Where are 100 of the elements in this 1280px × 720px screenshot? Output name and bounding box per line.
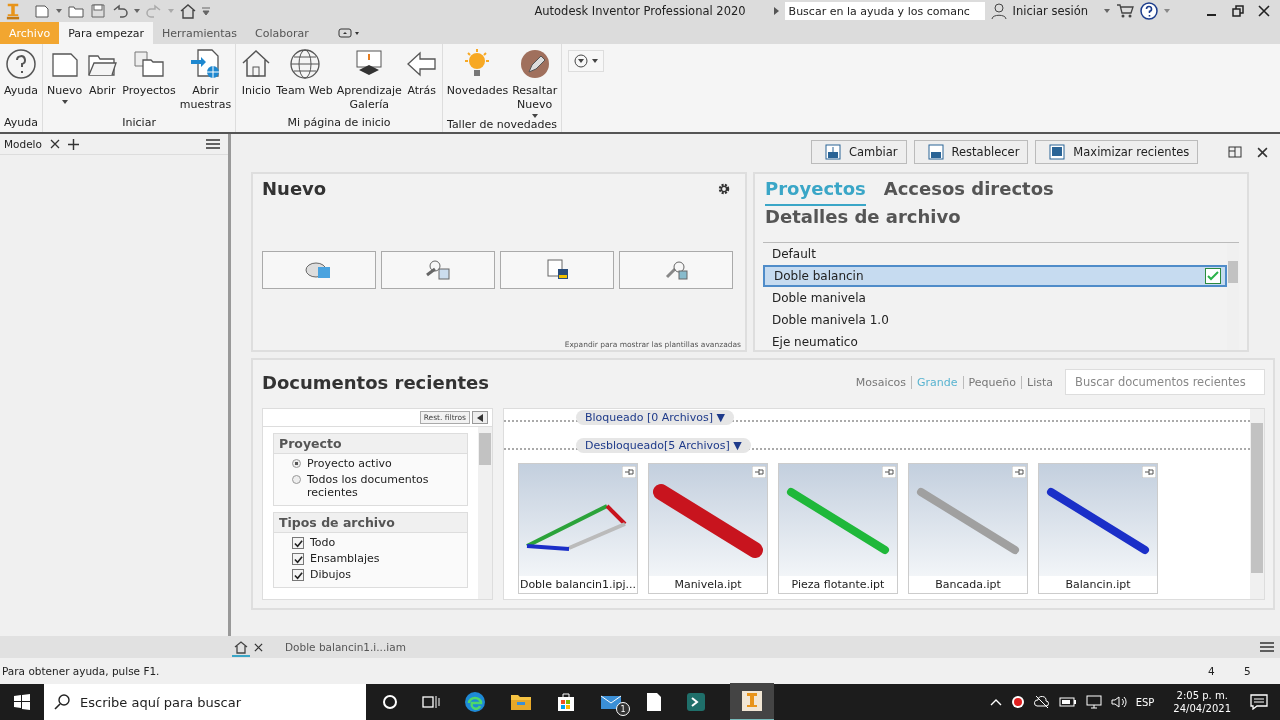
ribbon-button[interactable]: Nuevo [45, 48, 85, 116]
expand-arrow-icon[interactable] [773, 7, 779, 15]
undo-icon[interactable] [112, 3, 128, 19]
language-indicator[interactable]: ESP [1135, 696, 1155, 708]
view-option[interactable]: Lista [1027, 375, 1053, 389]
menu-icon[interactable] [206, 139, 220, 149]
dropdown-button[interactable] [568, 50, 605, 72]
pin-icon[interactable] [752, 466, 766, 478]
ribbon-button[interactable]: Aprendizaje Galería [334, 48, 404, 116]
customize-icon[interactable] [202, 7, 210, 15]
toolbar-button[interactable]: Cambiar [811, 140, 907, 164]
project-item[interactable]: Doble manivela [763, 287, 1227, 309]
ribbon-button[interactable]: Abrir muestras [177, 48, 234, 116]
collapse-button[interactable] [472, 411, 488, 424]
app-logo-icon[interactable] [6, 1, 20, 21]
search-icon[interactable] [54, 694, 70, 710]
battery-icon[interactable] [1058, 696, 1077, 708]
help-search-field[interactable]: Buscar en la ayuda y los comanc [784, 2, 985, 20]
project-item[interactable]: Default [763, 243, 1227, 265]
ribbon-button[interactable]: Proyectos [120, 48, 178, 116]
help-icon[interactable] [1140, 2, 1158, 20]
caret-icon[interactable] [134, 9, 140, 13]
file-card[interactable]: Doble balancin1.ipj... [518, 463, 638, 594]
start-icon[interactable] [14, 694, 30, 710]
checkbox-option[interactable]: Todo [274, 536, 467, 549]
close-icon[interactable] [1257, 146, 1268, 158]
notifications-icon[interactable] [1250, 694, 1268, 710]
toolbar-button[interactable]: Maximizar recientes [1035, 140, 1199, 164]
browser-icon[interactable] [464, 691, 486, 713]
taskbar-app-button[interactable] [730, 683, 774, 720]
speaker-icon[interactable] [1110, 695, 1127, 709]
ribbon-button[interactable]: Resaltar Nuevo [510, 48, 560, 118]
radio-option[interactable]: Proyecto activo [274, 457, 467, 470]
panel-tab[interactable]: Accesos directos [883, 178, 1054, 206]
sign-in-link[interactable]: Iniciar sesión [1012, 4, 1088, 18]
caret-icon[interactable] [531, 114, 538, 118]
folder-icon[interactable] [510, 693, 532, 711]
project-item[interactable]: Doble manivela 1.0 [763, 309, 1227, 331]
group-header[interactable]: Bloqueado [0 Archivos] ▼ [576, 410, 734, 425]
document-tab[interactable]: Doble balancin1.i...iam [285, 641, 406, 653]
add-icon[interactable] [67, 138, 79, 150]
menu-icon[interactable] [1260, 642, 1274, 652]
close-icon[interactable] [254, 642, 263, 652]
radio-option[interactable]: Todos los documentos recientes [274, 473, 467, 499]
taskbar-search-field[interactable]: Escribe aquí para buscar [44, 684, 366, 720]
toolbar-button[interactable]: Restablecer [913, 140, 1029, 164]
scrollbar[interactable] [1250, 409, 1264, 599]
new-document-icon[interactable] [34, 3, 50, 19]
view-option[interactable]: Mosaicos [855, 375, 907, 389]
ribbon-tab[interactable]: Herramientas [153, 22, 246, 44]
close-icon[interactable] [49, 139, 60, 149]
cloud-off-icon[interactable] [1033, 695, 1050, 709]
close-icon[interactable] [1258, 5, 1270, 17]
clock-time[interactable]: 2:05 p. m. [1176, 689, 1228, 702]
ribbon-button[interactable]: Novedades [444, 48, 511, 118]
panel-switch-icon[interactable] [337, 28, 360, 38]
pin-icon[interactable] [622, 466, 636, 478]
ribbon-button[interactable]: Team Web [274, 48, 335, 116]
pin-icon[interactable] [1012, 466, 1026, 478]
group-header[interactable]: Desbloqueado[5 Archivos] ▼ [576, 438, 751, 453]
pin-icon[interactable] [882, 466, 896, 478]
caret-icon[interactable] [1104, 9, 1110, 13]
scrollbar[interactable] [478, 427, 492, 599]
save-icon[interactable] [90, 3, 106, 19]
document-icon[interactable] [646, 692, 662, 712]
cart-icon[interactable] [1116, 3, 1134, 19]
ribbon-button[interactable]: Abrir [84, 48, 121, 116]
checkbox-option[interactable]: Dibujos [274, 568, 467, 581]
pin-icon[interactable] [1142, 466, 1156, 478]
clock-date[interactable]: 24/04/2021 [1173, 702, 1231, 715]
ribbon-tab[interactable]: Para empezar [59, 22, 154, 44]
file-card[interactable]: Bancada.ipt [908, 463, 1028, 594]
terminal-icon[interactable] [686, 692, 706, 712]
caret-icon[interactable] [56, 9, 62, 13]
checkbox-option[interactable]: Ensamblajes [274, 552, 467, 565]
layout-icon[interactable] [1228, 146, 1242, 158]
network-icon[interactable] [1085, 695, 1102, 709]
browser-tab[interactable]: Modelo [4, 138, 42, 150]
file-card[interactable]: Manivela.ipt [648, 463, 768, 594]
panel-tab[interactable]: Detalles de archivo [765, 206, 961, 234]
file-card[interactable]: Balancin.ipt [1038, 463, 1158, 594]
caret-icon[interactable] [61, 100, 68, 104]
ribbon-button[interactable]: Inicio [238, 48, 275, 116]
ribbon-button[interactable]: Atrás [403, 48, 440, 116]
ribbon-button[interactable]: Ayuda [2, 48, 40, 116]
settings-icon[interactable] [717, 181, 731, 196]
store-icon[interactable] [556, 692, 576, 712]
record-icon[interactable] [1010, 695, 1025, 709]
template-button[interactable] [262, 251, 376, 289]
project-item[interactable]: Eje neumatico [763, 331, 1227, 350]
user-icon[interactable] [990, 3, 1007, 19]
search-field[interactable]: Buscar documentos recientes [1065, 369, 1265, 395]
task-view-icon[interactable] [422, 694, 440, 710]
chevron-up-icon[interactable] [989, 698, 1002, 706]
home-icon[interactable] [180, 3, 196, 19]
ribbon-tab[interactable]: Colaborar [246, 22, 318, 44]
file-card[interactable]: Pieza flotante.ipt [778, 463, 898, 594]
restore-icon[interactable] [1232, 5, 1244, 17]
project-item[interactable]: Doble balancin [763, 265, 1227, 287]
view-option[interactable]: Pequeño [968, 375, 1016, 389]
